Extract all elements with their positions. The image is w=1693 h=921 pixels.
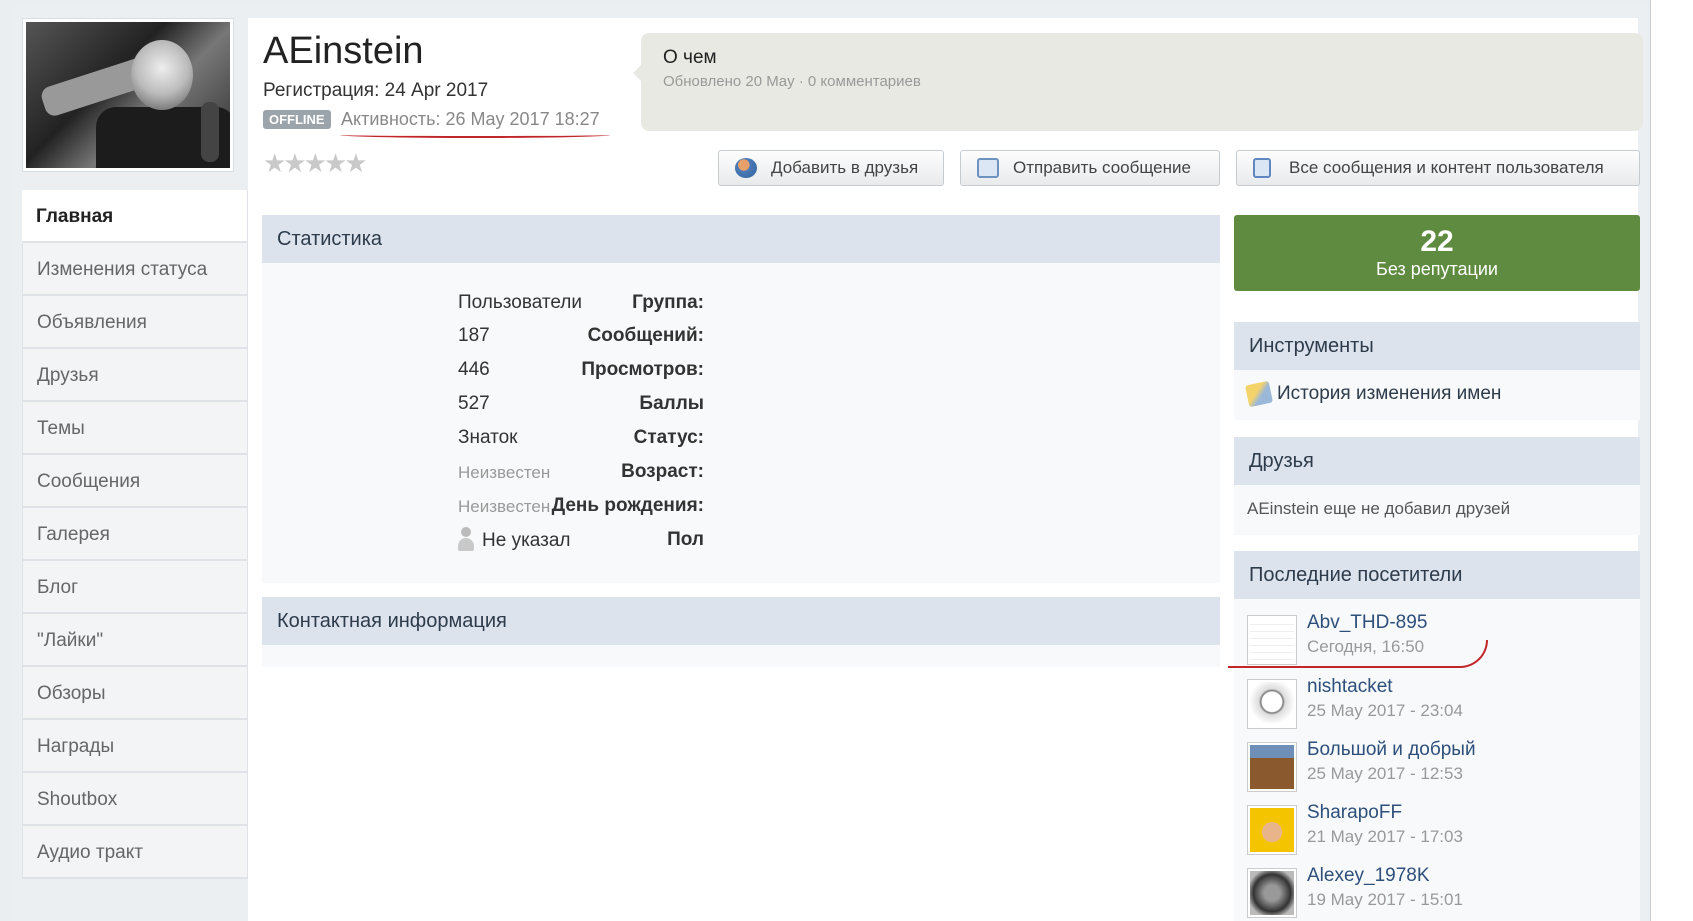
envelope-icon [977, 158, 999, 178]
nav-item-likes[interactable]: "Лайки" [22, 614, 248, 667]
stat-row: Группа: Пользователи [262, 292, 1220, 322]
visitors-header: Последние посетители [1234, 551, 1640, 599]
stat-value: 187 [458, 325, 490, 346]
stat-row: День рождения: Неизвестен [262, 495, 1220, 525]
stat-value-gender: Не указал [458, 527, 571, 553]
avatar-photo [26, 22, 230, 168]
stat-key: День рождения: [551, 495, 704, 516]
nav-item-audio[interactable]: Аудио тракт [22, 826, 248, 879]
profile-avatar[interactable] [22, 18, 234, 172]
visitor-time: 21 May 2017 - 17:03 [1307, 827, 1463, 846]
reputation-count: 22 [1420, 225, 1454, 258]
visitor-avatar[interactable] [1247, 868, 1297, 918]
visitor-time: 19 May 2017 - 15:01 [1307, 890, 1463, 909]
reputation-label: Без репутации [1376, 259, 1498, 279]
visitor-avatar[interactable] [1247, 742, 1297, 792]
rating-stars[interactable]: ★★★★★ [263, 148, 368, 179]
visitor-time: 25 May 2017 - 23:04 [1307, 701, 1463, 720]
nav-item-status-changes[interactable]: Изменения статуса [22, 243, 248, 296]
stat-row: Просмотров: 446 [262, 359, 1220, 389]
right-edge [1650, 0, 1693, 921]
tools-header: Инструменты [1234, 322, 1640, 370]
contact-body [262, 645, 1220, 667]
name-history-link[interactable]: История изменения имен [1244, 380, 1502, 408]
nav-item-shoutbox[interactable]: Shoutbox [22, 773, 248, 826]
name-history-label: История изменения имен [1277, 383, 1502, 405]
reputation-box: 22 Без репутации [1234, 215, 1640, 291]
add-friend-button[interactable]: Добавить в друзья [718, 150, 944, 186]
all-content-button[interactable]: Все сообщения и контент пользователя [1236, 150, 1640, 186]
tag-icon [1244, 380, 1274, 408]
visitor-item: nishtacket 25 May 2017 - 23:04 [1247, 676, 1637, 732]
red-annotation-underline [340, 132, 610, 138]
nav-item-gallery[interactable]: Галерея [22, 508, 248, 561]
red-annotation-underline [1228, 640, 1488, 668]
contact-header: Контактная информация [262, 597, 1220, 645]
document-icon [1253, 158, 1271, 178]
profile-username: AEinstein [263, 30, 424, 72]
all-content-label: Все сообщения и контент пользователя [1289, 158, 1604, 177]
stat-key: Пол [667, 529, 704, 550]
last-activity: Активность: 26 May 2017 18:27 [341, 109, 600, 129]
nav-item-topics[interactable]: Темы [22, 402, 248, 455]
stat-value: 446 [458, 359, 490, 380]
visitor-item: Большой и добрый 25 May 2017 - 12:53 [1247, 739, 1637, 795]
stat-value: Неизвестен [458, 463, 551, 482]
nav-item-awards[interactable]: Награды [22, 720, 248, 773]
add-user-icon [735, 158, 757, 178]
nav-item-main[interactable]: Главная [22, 190, 248, 243]
nav-item-blog[interactable]: Блог [22, 561, 248, 614]
stat-value: 527 [458, 393, 490, 414]
profile-nav: Главная Изменения статуса Объявления Дру… [22, 190, 248, 879]
nav-item-friends[interactable]: Друзья [22, 349, 248, 402]
stat-row: Пол Не указал [262, 527, 1220, 559]
nav-item-ads[interactable]: Объявления [22, 296, 248, 349]
stat-row: Возраст: Неизвестен [262, 461, 1220, 491]
stat-value: Пользователи [458, 292, 583, 313]
gender-value: Не указал [482, 530, 571, 552]
visitor-name[interactable]: Большой и добрый [1307, 739, 1476, 761]
stat-key: Сообщений: [587, 325, 704, 346]
stat-key: Группа: [632, 292, 704, 313]
about-title: О чем [663, 47, 717, 68]
about-bubble[interactable]: О чем Обновлено 20 May · 0 комментариев [633, 33, 1643, 131]
visitor-item: Alexey_1978K 19 May 2017 - 15:01 [1247, 865, 1637, 921]
visitor-name[interactable]: Abv_THD-895 [1307, 612, 1427, 634]
visitor-item: SharapoFF 21 May 2017 - 17:03 [1247, 802, 1637, 858]
friends-header: Друзья [1234, 437, 1640, 485]
stats-header: Статистика [262, 215, 1220, 263]
stat-key: Возраст: [621, 461, 704, 482]
about-subtitle: Обновлено 20 May · 0 комментариев [663, 73, 921, 90]
stat-key: Баллы [639, 393, 704, 414]
visitor-name[interactable]: Alexey_1978K [1307, 865, 1430, 887]
stat-key: Статус: [633, 427, 704, 448]
visitor-name[interactable]: SharapoFF [1307, 802, 1402, 824]
stat-row: Баллы 527 [262, 393, 1220, 423]
stat-row: Сообщений: 187 [262, 325, 1220, 355]
person-icon [458, 527, 474, 551]
visitor-time: 25 May 2017 - 12:53 [1307, 764, 1463, 783]
visitor-avatar[interactable] [1247, 805, 1297, 855]
send-message-label: Отправить сообщение [1013, 158, 1191, 177]
status-badge: OFFLINE [263, 110, 331, 129]
nav-item-posts[interactable]: Сообщения [22, 455, 248, 508]
stat-row: Статус: Знаток [262, 427, 1220, 457]
stat-key: Просмотров: [581, 359, 704, 380]
registration-date: Регистрация: 24 Apr 2017 [263, 80, 489, 101]
send-message-button[interactable]: Отправить сообщение [960, 150, 1220, 186]
friends-empty-text: AEinstein еще не добавил друзей [1247, 499, 1511, 518]
visitor-name[interactable]: nishtacket [1307, 676, 1393, 698]
visitor-avatar[interactable] [1247, 679, 1297, 729]
add-friend-label: Добавить в друзья [771, 158, 919, 177]
stat-value: Знаток [458, 427, 518, 448]
nav-item-reviews[interactable]: Обзоры [22, 667, 248, 720]
stat-value: Неизвестен [458, 497, 551, 516]
